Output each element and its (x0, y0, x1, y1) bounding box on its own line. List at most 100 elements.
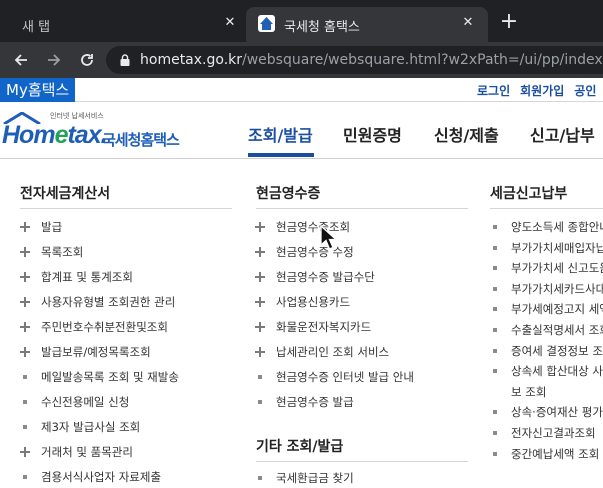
back-button[interactable] (7, 46, 35, 74)
site-header: 인터넷 납세서비스 Hometax. 국세청홈택스 조회/발급 민원증명 신청/… (0, 103, 603, 159)
menu-item-label: 현금영수증 발급수단 (276, 270, 375, 284)
plus-bullet-icon (255, 247, 265, 257)
lock-icon (120, 54, 130, 66)
menu-item[interactable]: 상속·증여재산 평가 (490, 404, 603, 420)
square-bullet-icon (493, 451, 497, 456)
signup-link[interactable]: 회원가입 (520, 82, 564, 99)
menu-item[interactable]: 겸용서식사업자 자료제출 (20, 469, 161, 485)
plus-bullet-icon (255, 322, 265, 332)
browser-toolbar: hometax.go.kr/websquare/websquare.html?w… (0, 42, 603, 78)
square-bullet-icon (493, 225, 497, 229)
tab-hometax[interactable]: 국세청 홈택스 ✕ (246, 7, 488, 42)
menu-item-label: 제3자 발급사실 조회 (41, 420, 141, 434)
logo-name: 국세청홈택스 (102, 131, 180, 149)
menu-item[interactable]: 현금영수증 인터넷 발급 안내 (255, 369, 414, 385)
menu-item[interactable]: 보 조회 (490, 384, 546, 400)
menu-item[interactable]: 화물운전자복지카드 (255, 319, 371, 335)
browser-tab-strip: 새 탭 ✕ 국세청 홈택스 ✕ + (0, 0, 603, 42)
menu-item-label: 발급보류/예정목록조회 (41, 345, 151, 359)
logo-wordmark: Hometax. (2, 121, 108, 149)
menu-item-label: 상속세 합산대상 사전 (511, 364, 603, 379)
nav-civil-certificate[interactable]: 민원증명 (343, 122, 402, 146)
menu-item[interactable]: 수출실적명세서 조회 (490, 322, 603, 338)
certificate-link[interactable]: 공인 (574, 82, 596, 99)
menu-item[interactable]: 메일발송목록 조회 및 재발송 (20, 369, 179, 385)
square-bullet-icon (23, 400, 27, 404)
menu-item[interactable]: 부가세예정고지 세액 (490, 301, 603, 317)
site-utility-bar: My홈택스 로그인 회원가입 공인 (0, 78, 603, 102)
tab-new-tab[interactable]: 새 탭 ✕ (8, 7, 246, 42)
menu-item[interactable]: 국세환급금 찾기 (255, 470, 354, 486)
menu-item-label: 중간예납세액 조회 (511, 446, 600, 461)
square-bullet-icon (23, 375, 27, 379)
menu-item[interactable]: 중간예납세액 조회 (490, 446, 599, 462)
square-bullet-icon (258, 375, 262, 379)
plus-bullet-icon (20, 272, 30, 282)
menu-item[interactable]: 합계표 및 통계조회 (20, 269, 133, 285)
menu-item[interactable]: 발급 (20, 219, 62, 235)
menu-item-label: 겸용서식사업자 자료제출 (41, 470, 162, 484)
menu-item-label: 수신전용메일 신청 (41, 395, 130, 409)
menu-item-label: 증여세 결정정보 조회 (511, 343, 603, 358)
menu-item-label: 부가가치세 신고도움 (511, 261, 603, 276)
menu-item[interactable]: 현금영수증 발급수단 (255, 269, 375, 285)
logo-tagline: 인터넷 납세서비스 (50, 112, 104, 120)
menu-item-label: 화물운전자복지카드 (276, 320, 372, 334)
my-hometax-button[interactable]: My홈택스 (0, 78, 76, 102)
tab-title: 새 탭 (22, 20, 51, 35)
menu-item[interactable]: 상속세 합산대상 사전 (490, 363, 603, 379)
menu-item[interactable]: 부가가치세 신고도움 (490, 260, 603, 276)
menu-item[interactable]: 목록조회 (20, 244, 83, 260)
nav-apply-submit[interactable]: 신청/제출 (434, 122, 499, 146)
menu-item-label: 사용자유형별 조회권한 관리 (41, 295, 176, 309)
url-host: hometax.go.kr (140, 52, 243, 68)
close-icon[interactable]: ✕ (458, 13, 478, 33)
arrow-right-icon (48, 54, 61, 66)
menu-item-label: 합계표 및 통계조회 (41, 270, 133, 284)
mouse-cursor-icon (320, 224, 338, 250)
menu-item[interactable]: 주민번호수취분전환및조회 (20, 319, 168, 335)
menu-item[interactable]: 제3자 발급사실 조회 (20, 419, 140, 435)
square-bullet-icon (493, 431, 497, 435)
plus-bullet-icon (255, 297, 265, 307)
menu-item[interactable]: 부가가치세카드사대리 (490, 281, 603, 297)
menu-item[interactable]: 수신전용메일 신청 (20, 394, 129, 410)
new-tab-button[interactable]: + (496, 10, 522, 36)
menu-item-label: 수출실적명세서 조회 (511, 323, 603, 337)
url-path: /websquare/websquare.html?w2xPath=/ui/pp… (242, 52, 603, 68)
hometax-favicon-icon (258, 15, 275, 32)
square-bullet-icon (258, 476, 262, 480)
divider (256, 208, 468, 209)
square-bullet-icon (493, 307, 497, 312)
nav-report-pay[interactable]: 신고/납부 (530, 122, 595, 146)
plus-bullet-icon (20, 297, 30, 307)
tab-title: 국세청 홈택스 (284, 20, 360, 35)
menu-item[interactable]: 부가가치세매입자납부 (490, 240, 603, 256)
menu-item-label: 전자신고결과조회 (511, 426, 596, 440)
close-icon[interactable]: ✕ (220, 13, 240, 33)
menu-item-label: 보 조회 (511, 384, 547, 399)
menu-item[interactable]: 발급보류/예정목록조회 (20, 344, 151, 360)
menu-item-label: 부가세예정고지 세액 (511, 302, 603, 317)
menu-item[interactable]: 양도소득세 종합안내 (490, 219, 603, 235)
square-bullet-icon (493, 286, 497, 291)
login-link[interactable]: 로그인 (477, 82, 510, 99)
menu-item[interactable]: 거래처 및 품목관리 (20, 444, 133, 460)
menu-item[interactable]: 전자신고결과조회 (490, 425, 596, 441)
reload-button[interactable] (73, 46, 101, 74)
menu-item[interactable]: 증여세 결정정보 조회 (490, 343, 603, 359)
menu-item-label: 거래처 및 품목관리 (41, 445, 133, 459)
reload-icon (81, 54, 93, 66)
nav-inquiry-issue[interactable]: 조회/발급 (248, 122, 313, 146)
menu-item[interactable]: 사용자유형별 조회권한 관리 (20, 294, 175, 310)
menu-item-label: 현금영수증 발급 (276, 395, 354, 409)
menu-item[interactable]: 현금영수증 발급 (255, 394, 354, 410)
col-title-cash-receipt: 현금영수증 (256, 186, 321, 202)
menu-item[interactable]: 사업용신용카드 (255, 294, 350, 310)
menu-item-label: 목록조회 (41, 245, 84, 259)
address-bar[interactable]: hometax.go.kr/websquare/websquare.html?w… (106, 46, 603, 74)
menu-item[interactable]: 납세관리인 조회 서비스 (255, 344, 389, 360)
forward-button[interactable] (40, 46, 68, 74)
hometax-logo[interactable]: 인터넷 납세서비스 Hometax. 국세청홈택스 (2, 108, 192, 154)
square-bullet-icon (258, 400, 262, 404)
